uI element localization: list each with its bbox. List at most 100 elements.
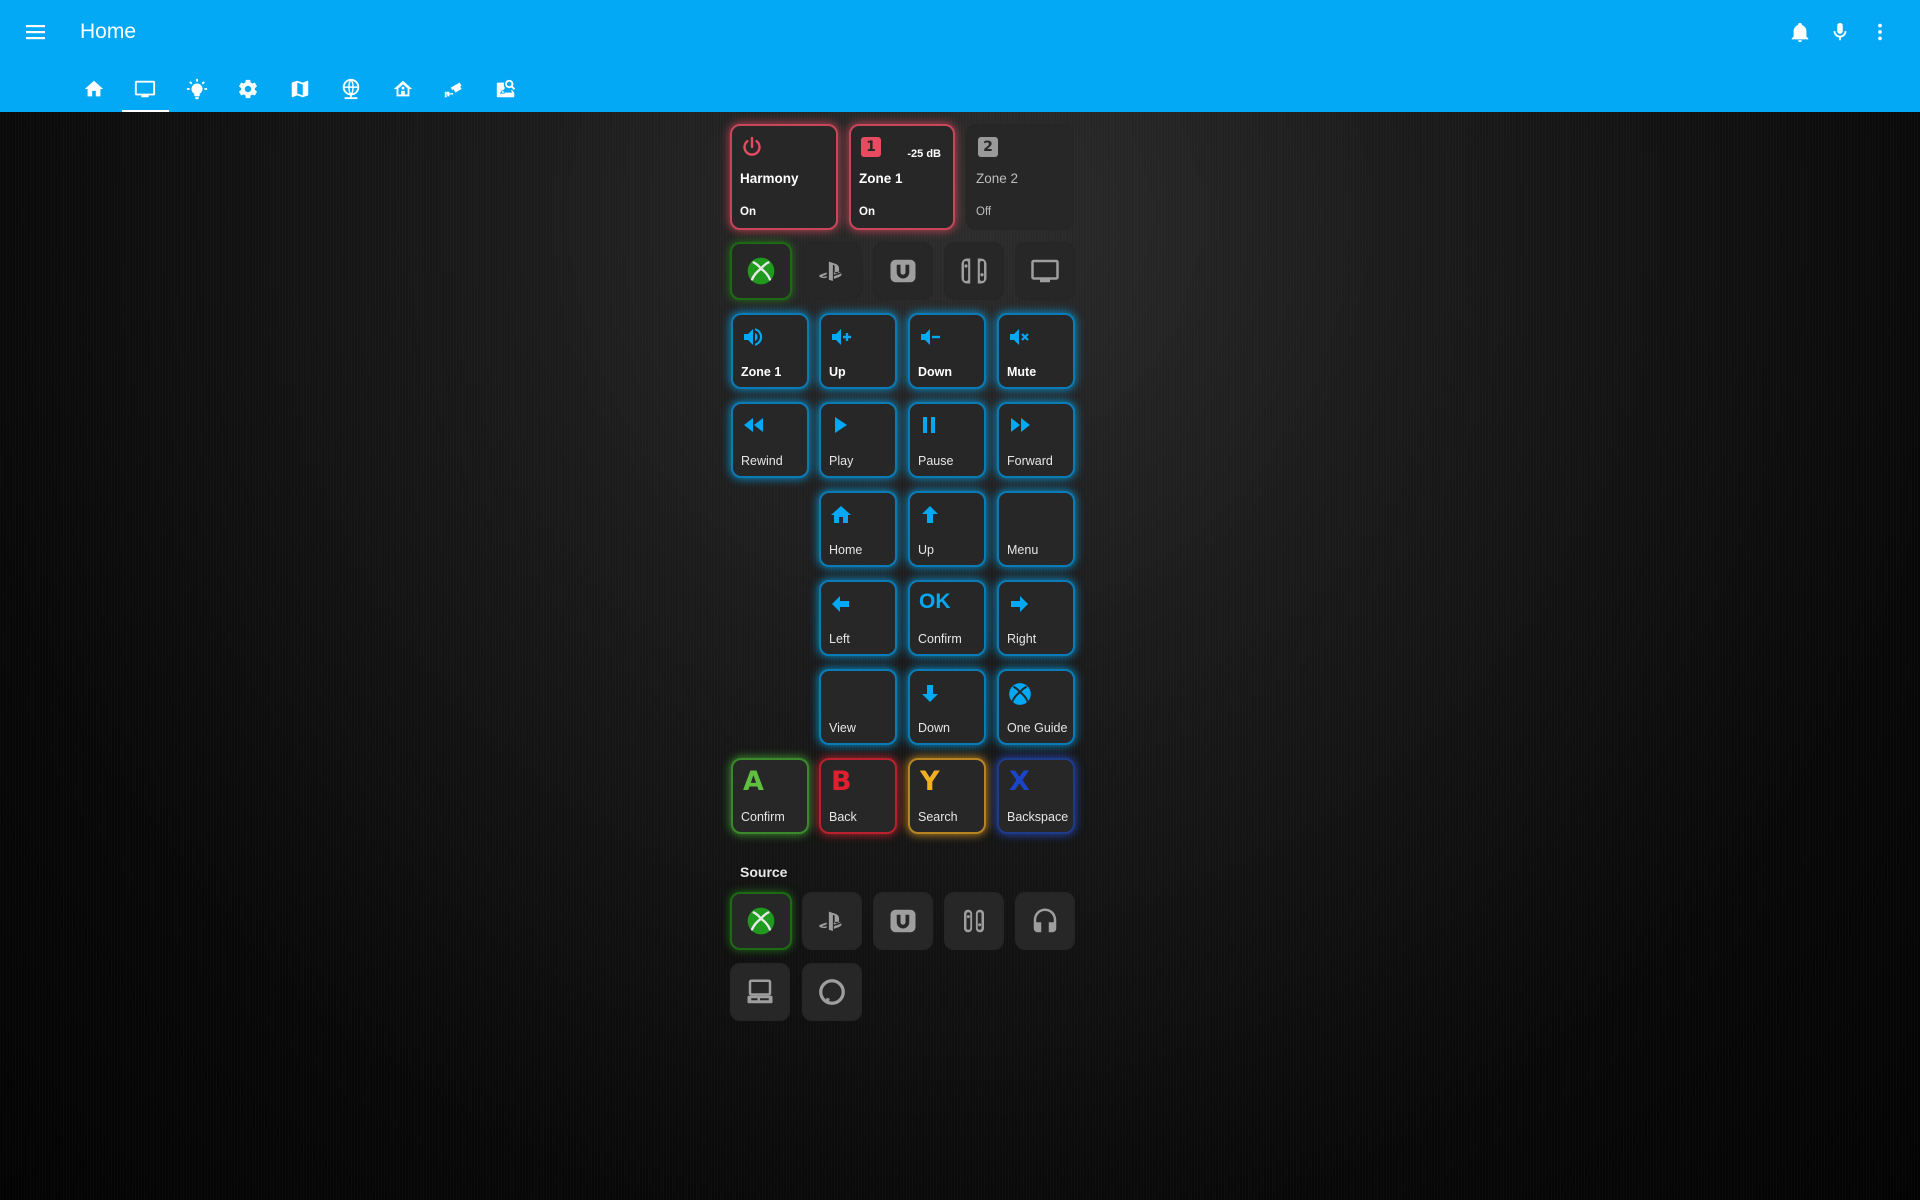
zone2-badge-icon: 2 [978, 137, 998, 157]
a-label: Confirm [741, 810, 785, 824]
y-button[interactable]: Y Search [908, 758, 986, 834]
playstation-icon [819, 911, 842, 931]
laptop-icon [747, 979, 773, 1004]
zone2-name: Zone 2 [976, 171, 1019, 186]
activity-switch-button[interactable] [944, 242, 1004, 300]
app-header: Home [0, 0, 1920, 112]
tab-home[interactable] [68, 70, 120, 112]
tab-map[interactable] [274, 70, 326, 112]
tab-network[interactable] [326, 70, 378, 112]
a-letter-icon: A [743, 766, 764, 797]
rewind-label: Rewind [741, 454, 783, 468]
image-search-icon [496, 79, 515, 98]
volume-mute-label: Mute [1007, 365, 1037, 379]
nav-home-label: Home [829, 543, 863, 557]
volume-plus-icon [832, 329, 851, 345]
overflow-menu-button[interactable] [1866, 16, 1894, 48]
bell-icon [1791, 22, 1809, 43]
forward-button[interactable]: Forward [997, 402, 1075, 478]
x-label: Backspace [1007, 810, 1069, 824]
zone1-card[interactable]: 1 -25 dB Zone 1 On [849, 124, 955, 230]
source-playstation-button[interactable] [802, 892, 862, 950]
volume-up-button[interactable]: Up [819, 313, 897, 389]
nintendo-switch-icon [964, 909, 984, 933]
tab-images[interactable] [480, 70, 532, 112]
b-label: Back [829, 810, 857, 824]
ok-text-icon: OK [919, 590, 951, 613]
notifications-button[interactable] [1786, 16, 1814, 48]
tab-cameras[interactable] [429, 70, 481, 112]
wii-u-icon [890, 909, 916, 933]
pause-button[interactable]: Pause [908, 402, 986, 478]
tab-settings[interactable] [223, 70, 275, 112]
source-xbox-button[interactable] [730, 892, 792, 950]
nav-ok-button[interactable]: OK Confirm [908, 580, 986, 656]
zone1-state: On [859, 206, 875, 218]
zone1-badge-icon: 1 [861, 137, 881, 157]
zone2-card[interactable]: 2 Zone 2 Off [966, 124, 1074, 230]
rewind-icon [744, 418, 763, 432]
nav-up-button[interactable]: Up [908, 491, 986, 567]
volume-mute-button[interactable]: Mute [997, 313, 1075, 389]
volume-down-button[interactable]: Down [908, 313, 986, 389]
fast-forward-icon [1011, 418, 1030, 432]
hamburger-icon [26, 25, 45, 40]
zone2-state: Off [976, 206, 992, 218]
volume-zone1-label: Zone 1 [741, 365, 782, 379]
b-letter-icon: B [831, 766, 852, 797]
voice-button[interactable] [1826, 16, 1854, 48]
view-button[interactable]: View [819, 669, 897, 745]
wii-u-icon [890, 259, 916, 283]
source-headphones-button[interactable] [1015, 892, 1075, 950]
lightbulb-icon [186, 78, 207, 100]
activity-wiiu-button[interactable] [873, 242, 933, 300]
b-button[interactable]: B Back [819, 758, 897, 834]
volume-zone1-button[interactable]: Zone 1 [731, 313, 809, 389]
nav-up-label: Up [918, 543, 934, 557]
home-network-icon [393, 80, 412, 97]
one-guide-label: One Guide [1007, 721, 1068, 735]
y-letter-icon: Y [920, 766, 940, 797]
menu-button[interactable] [20, 18, 52, 46]
play-label: Play [829, 454, 854, 468]
television-icon [135, 80, 156, 98]
nav-left-button[interactable]: Left [819, 580, 897, 656]
tab-media[interactable] [120, 70, 172, 112]
nav-right-button[interactable]: Right [997, 580, 1075, 656]
view-tabs [68, 70, 532, 112]
play-button[interactable]: Play [819, 402, 897, 478]
header-actions [1786, 16, 1894, 48]
home-icon [84, 80, 103, 97]
nav-home-button[interactable]: Home [819, 491, 897, 567]
harmony-card[interactable]: Harmony On [730, 124, 838, 230]
tab-home-network[interactable] [377, 70, 429, 112]
x-button[interactable]: X Backspace [997, 758, 1075, 834]
source-wiiu-button[interactable] [873, 892, 933, 950]
activity-playstation-button[interactable] [802, 242, 862, 300]
harmony-name: Harmony [740, 171, 799, 186]
arrow-right-icon [1011, 596, 1028, 612]
volume-down-label: Down [918, 365, 953, 379]
playstation-icon [819, 261, 842, 281]
nav-down-button[interactable]: Down [908, 669, 986, 745]
pause-icon [923, 417, 935, 433]
one-guide-button[interactable]: One Guide [997, 669, 1075, 745]
rewind-button[interactable]: Rewind [731, 402, 809, 478]
power-icon [743, 136, 761, 156]
x-letter-icon: X [1009, 766, 1030, 797]
source-switch-button[interactable] [944, 892, 1004, 950]
tab-lights[interactable] [171, 70, 223, 112]
xbox-icon [1009, 683, 1031, 705]
nav-down-label: Down [918, 721, 950, 735]
source-alexa-button[interactable] [802, 963, 862, 1021]
nav-menu-button[interactable]: Menu [997, 491, 1075, 567]
zone1-volume: -25 dB [907, 148, 941, 160]
volume-up-label: Up [829, 365, 846, 379]
zone1-name: Zone 1 [859, 171, 903, 186]
forward-label: Forward [1007, 454, 1053, 468]
activity-xbox-button[interactable] [730, 242, 792, 300]
nintendo-switch-icon [961, 258, 987, 284]
source-laptop-button[interactable] [730, 963, 790, 1021]
activity-tv-button[interactable] [1015, 242, 1075, 300]
a-button[interactable]: A Confirm [731, 758, 809, 834]
